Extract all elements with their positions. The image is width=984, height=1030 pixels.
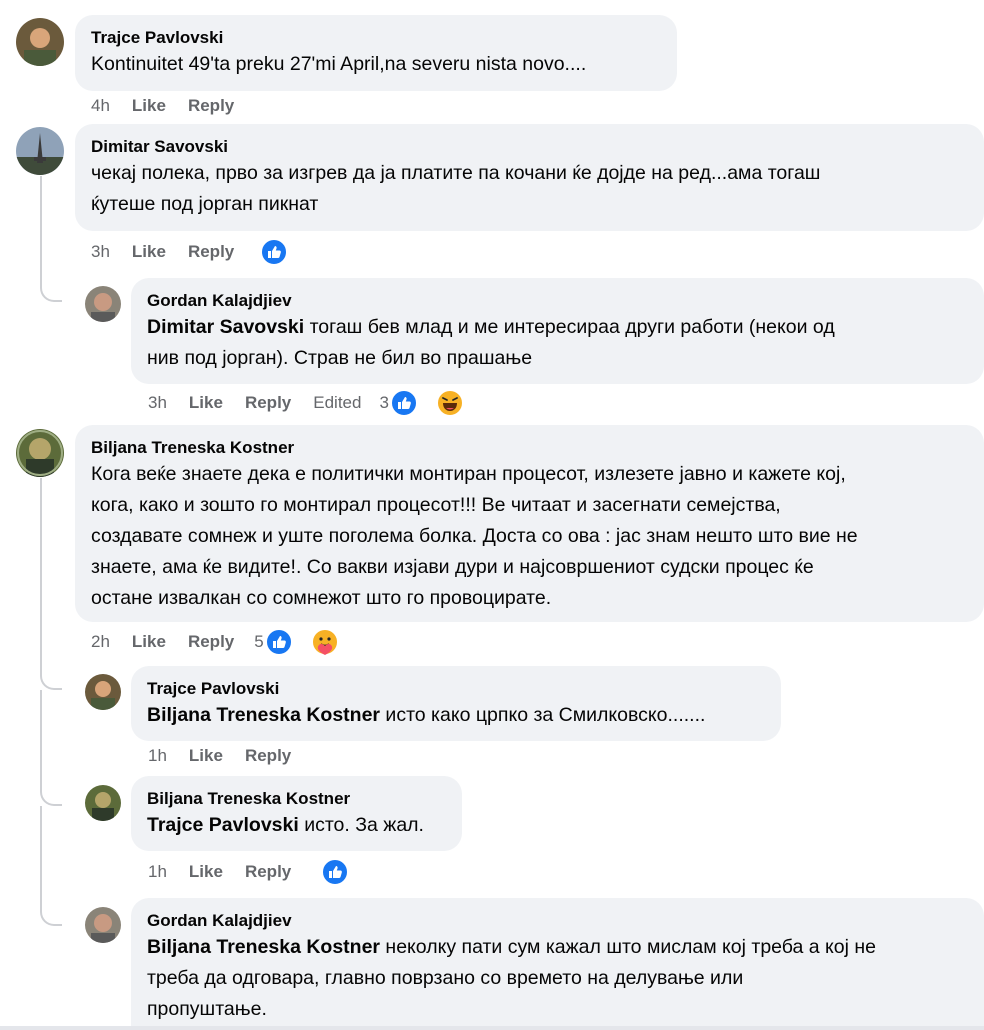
avatar[interactable] (85, 785, 121, 821)
reaction-summary[interactable]: 3 (379, 389, 485, 417)
comment-actions: 3h Like Reply (91, 238, 332, 266)
reaction-count: 5 (254, 632, 264, 651)
reply-button[interactable]: Reply (245, 862, 291, 882)
like-button[interactable]: Like (132, 96, 166, 116)
comment-text: тогаш бев млад и ме интересираа други ра… (304, 316, 835, 338)
comment-text-line: знаете, ама ќе видите!. Со вакви изјави … (91, 556, 814, 578)
comment-author[interactable]: Biljana Treneska Kostner (91, 437, 968, 459)
thread-line (40, 478, 62, 690)
comment-actions: 1h Like Reply (148, 742, 313, 770)
comment-text: Kontinuitet 49'ta preku 27'mi April,na s… (91, 53, 587, 75)
reply-button[interactable]: Reply (245, 393, 291, 413)
reply-button[interactable]: Reply (188, 632, 234, 652)
comment-author[interactable]: Gordan Kalajdjiev (147, 290, 968, 312)
comment-text-line: Trajce Pavlovski исто. За жал. (147, 810, 446, 841)
like-button[interactable]: Like (132, 632, 166, 652)
edited-label[interactable]: Edited (313, 393, 361, 413)
comment-bubble: Trajce Pavlovski Biljana Treneska Kostne… (131, 666, 781, 741)
reaction-count: 3 (379, 393, 389, 412)
comment-bubble: Gordan Kalajdjiev Biljana Treneska Kostn… (131, 898, 984, 1030)
comment-bubble: Biljana Treneska Kostner Кога веќе знает… (75, 425, 984, 622)
comment-text-line: ќутеше под јорган пикнат (91, 193, 319, 215)
reaction-summary[interactable] (321, 858, 371, 886)
like-button[interactable]: Like (189, 746, 223, 766)
comment-author[interactable]: Gordan Kalajdjiev (147, 910, 968, 932)
comment-text-line: создавате сомнеж и уште поголема болка. … (91, 525, 858, 547)
bottom-divider (0, 1026, 984, 1030)
like-button[interactable]: Like (132, 242, 166, 262)
reaction-summary[interactable]: 5 (254, 628, 360, 656)
comment-text-line: остане извалкан со сомнежот што го прово… (91, 587, 552, 609)
thread-line (40, 806, 62, 926)
comment-actions: 2h Like Reply 5 (91, 628, 383, 656)
reaction-summary[interactable] (260, 238, 310, 266)
haha-reaction-icon (435, 389, 464, 417)
like-button[interactable]: Like (189, 393, 223, 413)
avatar[interactable] (85, 907, 121, 943)
comment-author[interactable]: Trajce Pavlovski (91, 27, 661, 49)
comment-time[interactable]: 2h (91, 632, 110, 652)
comment-text: исто како црпко за Смилковско....... (380, 704, 706, 726)
like-reaction-icon (321, 858, 350, 886)
comment-bubble: Gordan Kalajdjiev Dimitar Savovski тогаш… (131, 278, 984, 384)
comment-text-line: кога, како и зошто го монтирал процесот!… (91, 494, 781, 516)
comment-actions: 1h Like Reply (148, 858, 393, 886)
comment-text-line: Dimitar Savovski тогаш бев млад и ме инт… (147, 312, 968, 343)
mention-link[interactable]: Biljana Treneska Kostner (147, 936, 380, 958)
care-reaction-icon (310, 628, 339, 656)
comment-text: исто. За жал. (298, 814, 424, 836)
comment-text: неколку пати сум кажал што мислам кој тр… (380, 936, 876, 958)
comment-author[interactable]: Trajce Pavlovski (147, 678, 765, 700)
comment-time[interactable]: 3h (91, 242, 110, 262)
like-button[interactable]: Like (189, 862, 223, 882)
mention-link[interactable]: Dimitar Savovski (147, 316, 304, 338)
comment-text-line: пропуштање. (147, 998, 267, 1020)
avatar[interactable] (85, 674, 121, 710)
like-reaction-icon (264, 628, 293, 656)
mention-link[interactable]: Trajce Pavlovski (147, 814, 299, 836)
comment-author[interactable]: Dimitar Savovski (91, 136, 968, 158)
comment-author[interactable]: Biljana Treneska Kostner (147, 788, 446, 810)
reply-button[interactable]: Reply (188, 96, 234, 116)
comment-text-line: нив под јорган). Страв не бил во прашање (147, 347, 533, 369)
reply-button[interactable]: Reply (245, 746, 291, 766)
avatar[interactable] (16, 18, 64, 66)
comment-bubble: Dimitar Savovski чекај полека, прво за и… (75, 124, 984, 231)
thread-line (40, 176, 62, 302)
comment-time[interactable]: 3h (148, 393, 167, 413)
comment-time[interactable]: 1h (148, 862, 167, 882)
avatar[interactable] (85, 286, 121, 322)
like-reaction-icon (260, 238, 289, 266)
avatar[interactable] (16, 429, 64, 477)
comment-text-line: Кога веќе знаете дека е политички монтир… (91, 463, 846, 485)
comment-text-line: треба да одговара, главно поврзано со вр… (147, 967, 744, 989)
avatar[interactable] (16, 127, 64, 175)
comment-bubble: Trajce Pavlovski Kontinuitet 49'ta preku… (75, 15, 677, 91)
comment-text-line: Biljana Treneska Kostner исто како црпко… (147, 700, 765, 731)
reply-button[interactable]: Reply (188, 242, 234, 262)
comment-bubble: Biljana Treneska Kostner Trajce Pavlovsk… (131, 776, 462, 851)
comment-actions: 4h Like Reply (91, 92, 256, 120)
thread-line (40, 690, 62, 806)
comment-time[interactable]: 4h (91, 96, 110, 116)
like-reaction-icon (389, 389, 418, 417)
comment-actions: 3h Like Reply Edited 3 (148, 389, 508, 417)
mention-link[interactable]: Biljana Treneska Kostner (147, 704, 380, 726)
comment-text-line: чекај полека, прво за изгрев да ја плати… (91, 162, 821, 184)
comment-text-line: Biljana Treneska Kostner неколку пати су… (147, 932, 968, 963)
comment-time[interactable]: 1h (148, 746, 167, 766)
